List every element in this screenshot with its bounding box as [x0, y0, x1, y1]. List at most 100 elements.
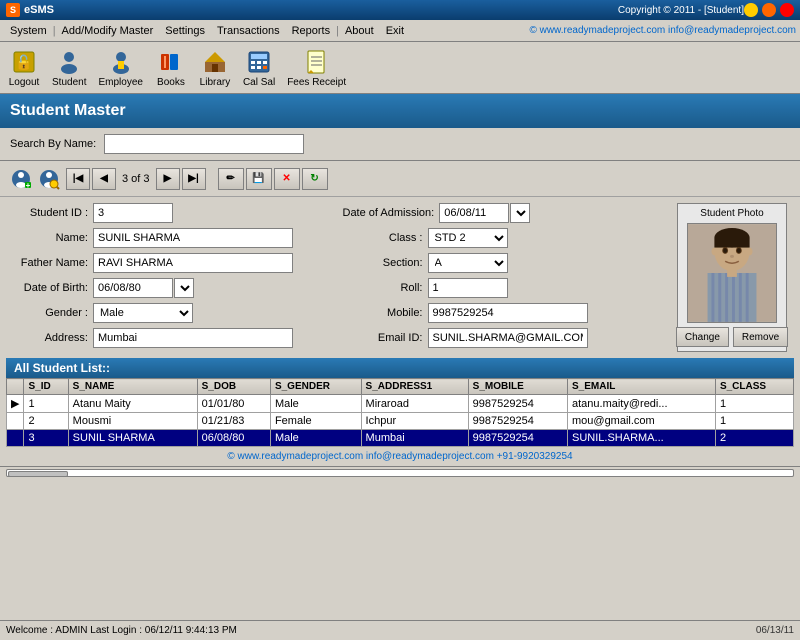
- menu-exit[interactable]: Exit: [380, 23, 410, 39]
- delete-btn[interactable]: ✕: [274, 168, 300, 190]
- cell-5: Ichpur: [361, 413, 468, 430]
- menu-reports[interactable]: Reports: [286, 23, 337, 39]
- cell-2: SUNIL SHARMA: [68, 430, 197, 447]
- search-record-icon[interactable]: [38, 168, 60, 190]
- cell-8: 2: [715, 430, 793, 447]
- cell-4: Male: [270, 395, 361, 413]
- mobile-input[interactable]: [428, 303, 588, 323]
- father-name-input[interactable]: [93, 253, 293, 273]
- books-label: Books: [157, 77, 185, 88]
- next-record-btn[interactable]: ▶: [156, 168, 180, 190]
- roll-label: Roll:: [343, 282, 428, 294]
- section-select[interactable]: A B: [428, 253, 508, 273]
- address-label: Address:: [8, 332, 93, 344]
- calsal-button[interactable]: Cal Sal: [239, 46, 279, 90]
- cell-4: Male: [270, 430, 361, 447]
- cell-7: mou@gmail.com: [568, 413, 716, 430]
- cell-2: Mousmi: [68, 413, 197, 430]
- feesreceipt-label: Fees Receipt: [287, 77, 346, 88]
- search-input[interactable]: [104, 134, 304, 154]
- svg-text:+: +: [26, 181, 31, 190]
- col-mobile: S_MOBILE: [468, 379, 567, 395]
- email-input[interactable]: [428, 328, 588, 348]
- library-icon: [201, 48, 229, 76]
- books-button[interactable]: Books: [151, 46, 191, 90]
- refresh-btn[interactable]: ↻: [302, 168, 328, 190]
- remove-photo-btn[interactable]: Remove: [733, 327, 788, 347]
- dob-dropdown[interactable]: ▼: [174, 278, 194, 298]
- cell-3: 01/21/83: [197, 413, 270, 430]
- col-gender: S_GENDER: [270, 379, 361, 395]
- col-indicator: [7, 379, 24, 395]
- table-row[interactable]: 2Mousmi01/21/83FemaleIchpur9987529254mou…: [7, 413, 794, 430]
- student-id-label: Student ID :: [8, 207, 93, 219]
- class-row: Class : STD 2 STD 1 STD 3: [343, 228, 668, 248]
- menu-addmodify[interactable]: Add/Modify Master: [56, 23, 160, 39]
- gender-label: Gender :: [8, 307, 93, 319]
- mobile-label: Mobile:: [343, 307, 428, 319]
- photo-section: Student Photo: [677, 203, 792, 352]
- cell-1: 3: [24, 430, 68, 447]
- email-row: Email ID:: [343, 328, 668, 348]
- student-icon: [55, 48, 83, 76]
- student-table: S_ID S_NAME S_DOB S_GENDER S_ADDRESS1 S_…: [6, 378, 794, 447]
- search-bar: Search By Name:: [0, 128, 800, 161]
- maximize-btn[interactable]: [762, 3, 776, 17]
- col-email: S_EMAIL: [568, 379, 716, 395]
- menu-system[interactable]: System: [4, 23, 53, 39]
- name-row: Name:: [8, 228, 333, 248]
- page-header: Student Master: [0, 94, 800, 128]
- first-record-btn[interactable]: |◀: [66, 168, 90, 190]
- minimize-btn[interactable]: [744, 3, 758, 17]
- student-button[interactable]: Student: [48, 46, 90, 90]
- close-btn[interactable]: [780, 3, 794, 17]
- nav-toolbar: + |◀ ◀ 3 of 3 ▶ ▶| ✏ 💾 ✕ ↻: [0, 161, 800, 197]
- doa-dropdown[interactable]: ▼: [510, 203, 530, 223]
- add-record-icon[interactable]: +: [10, 168, 32, 190]
- cell-3: 06/08/80: [197, 430, 270, 447]
- col-sid: S_ID: [24, 379, 68, 395]
- form-section: Student ID : Name: Father Name: Date of …: [0, 197, 800, 358]
- footer-watermark: © www.readymadeproject.com info@readymad…: [0, 447, 800, 466]
- col-name: S_NAME: [68, 379, 197, 395]
- doa-label: Date of Admission:: [343, 207, 440, 219]
- roll-input[interactable]: [428, 278, 508, 298]
- cell-1: 2: [24, 413, 68, 430]
- menu-transactions[interactable]: Transactions: [211, 23, 286, 39]
- employee-icon: [107, 48, 135, 76]
- cell-5: Mumbai: [361, 430, 468, 447]
- save-btn[interactable]: 💾: [246, 168, 272, 190]
- title-copyright: Copyright © 2011 - [Student]: [618, 5, 744, 16]
- cell-6: 9987529254: [468, 413, 567, 430]
- feesreceipt-button[interactable]: Fees Receipt: [283, 46, 350, 90]
- student-id-row: Student ID :: [8, 203, 333, 223]
- name-input[interactable]: [93, 228, 293, 248]
- section-row: Section: A B: [343, 253, 668, 273]
- roll-row: Roll:: [343, 278, 668, 298]
- table-row[interactable]: 3SUNIL SHARMA06/08/80MaleMumbai998752925…: [7, 430, 794, 447]
- table-header-row: S_ID S_NAME S_DOB S_GENDER S_ADDRESS1 S_…: [7, 379, 794, 395]
- change-photo-btn[interactable]: Change: [676, 327, 729, 347]
- email-label: Email ID:: [343, 332, 428, 344]
- cell-1: 1: [24, 395, 68, 413]
- row-indicator: [7, 413, 24, 430]
- employee-button[interactable]: Employee: [94, 46, 146, 90]
- table-row[interactable]: ▶1Atanu Maity01/01/80MaleMiraroad9987529…: [7, 395, 794, 413]
- menu-about[interactable]: About: [339, 23, 380, 39]
- student-id-input[interactable]: [93, 203, 173, 223]
- address-input[interactable]: [93, 328, 293, 348]
- library-button[interactable]: Library: [195, 46, 235, 90]
- page-title: Student Master: [10, 102, 126, 120]
- prev-record-btn[interactable]: ◀: [92, 168, 116, 190]
- class-select[interactable]: STD 2 STD 1 STD 3: [428, 228, 508, 248]
- doa-input[interactable]: [439, 203, 509, 223]
- last-record-btn[interactable]: ▶|: [182, 168, 206, 190]
- dob-input[interactable]: [93, 278, 173, 298]
- edit-btn[interactable]: ✏: [218, 168, 244, 190]
- menu-settings[interactable]: Settings: [159, 23, 211, 39]
- address-row: Address:: [8, 328, 333, 348]
- logout-button[interactable]: 🔓 Logout: [4, 46, 44, 90]
- row-indicator: ▶: [7, 395, 24, 413]
- gender-select[interactable]: Male Female: [93, 303, 193, 323]
- status-text: Welcome : ADMIN Last Login : 06/12/11 9:…: [6, 625, 237, 636]
